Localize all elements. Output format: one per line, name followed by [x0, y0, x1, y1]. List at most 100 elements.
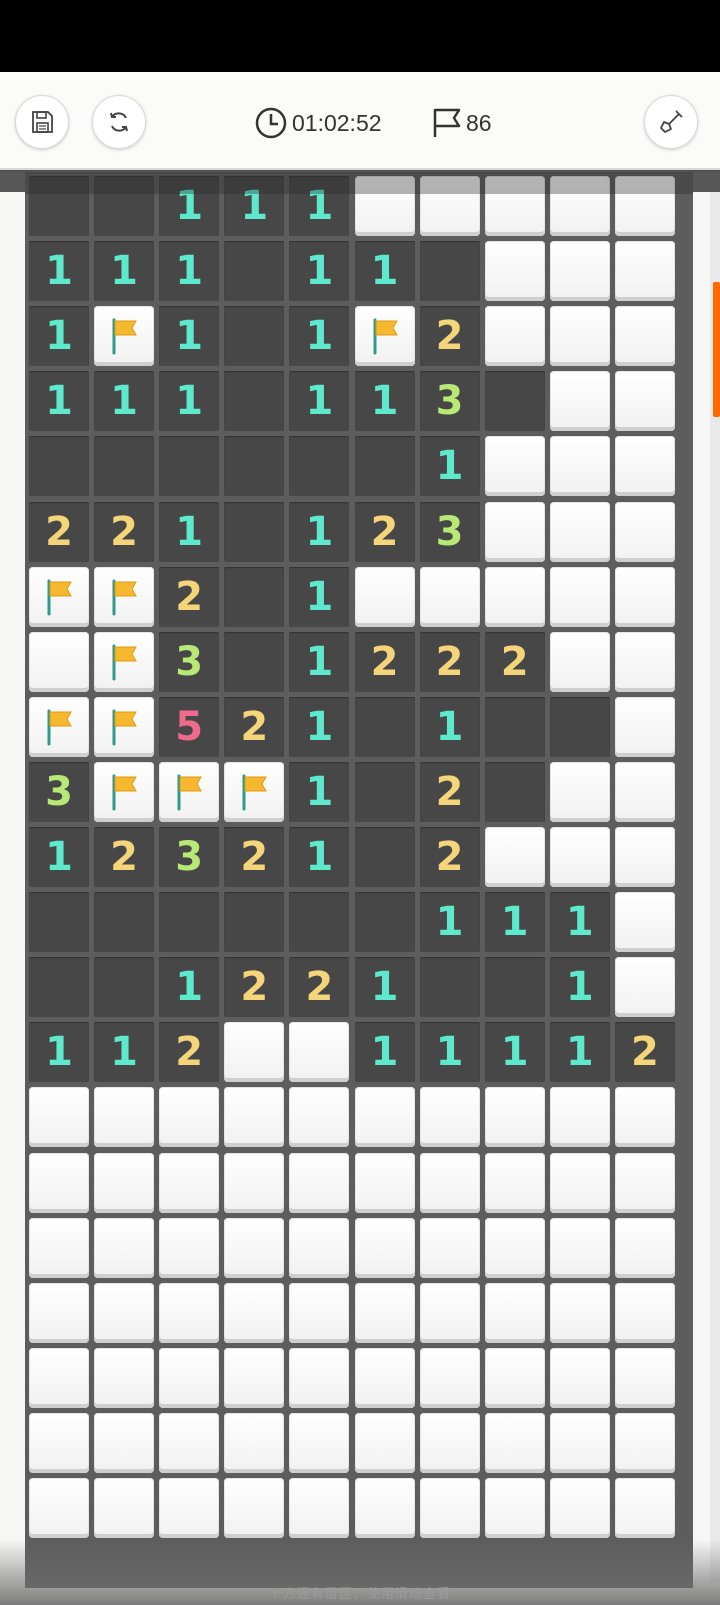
flagged-cell[interactable] — [94, 566, 155, 627]
unopened-cell[interactable] — [94, 1087, 155, 1148]
empty-cell[interactable] — [484, 761, 545, 822]
unopened-cell[interactable] — [419, 1412, 480, 1473]
number-cell[interactable]: 1 — [289, 176, 350, 236]
empty-cell[interactable] — [224, 436, 285, 497]
unopened-cell[interactable] — [549, 436, 610, 497]
unopened-cell[interactable] — [289, 1282, 350, 1343]
unopened-cell[interactable] — [419, 1282, 480, 1343]
unopened-cell[interactable] — [224, 1478, 285, 1538]
unopened-cell[interactable] — [419, 1087, 480, 1148]
unopened-cell[interactable] — [484, 1152, 545, 1213]
empty-cell[interactable] — [354, 892, 415, 953]
number-cell[interactable]: 2 — [354, 631, 415, 692]
unopened-cell[interactable] — [354, 176, 415, 236]
number-cell[interactable]: 2 — [419, 306, 480, 367]
number-cell[interactable]: 2 — [484, 631, 545, 692]
unopened-cell[interactable] — [94, 1217, 155, 1278]
unopened-cell[interactable] — [549, 241, 610, 302]
number-cell[interactable]: 1 — [289, 241, 350, 302]
number-cell[interactable]: 1 — [159, 306, 220, 367]
number-cell[interactable]: 1 — [419, 892, 480, 953]
unopened-cell[interactable] — [549, 761, 610, 822]
unopened-cell[interactable] — [549, 1412, 610, 1473]
number-cell[interactable]: 2 — [354, 501, 415, 562]
empty-cell[interactable] — [159, 436, 220, 497]
number-cell[interactable]: 1 — [159, 957, 220, 1018]
empty-cell[interactable] — [224, 892, 285, 953]
unopened-cell[interactable] — [419, 1478, 480, 1538]
number-cell[interactable]: 1 — [94, 1022, 155, 1083]
number-cell[interactable]: 5 — [159, 696, 220, 757]
unopened-cell[interactable] — [354, 1152, 415, 1213]
unopened-cell[interactable] — [354, 1087, 415, 1148]
number-cell[interactable]: 1 — [289, 827, 350, 887]
number-cell[interactable]: 2 — [94, 827, 155, 887]
unopened-cell[interactable] — [224, 1087, 285, 1148]
unopened-cell[interactable] — [549, 1152, 610, 1213]
empty-cell[interactable] — [29, 957, 89, 1018]
unopened-cell[interactable] — [484, 827, 545, 887]
unopened-cell[interactable] — [614, 306, 675, 367]
unopened-cell[interactable] — [549, 371, 610, 432]
number-cell[interactable]: 3 — [159, 827, 220, 887]
unopened-cell[interactable] — [614, 957, 675, 1018]
empty-cell[interactable] — [29, 176, 89, 236]
number-cell[interactable]: 1 — [289, 306, 350, 367]
unopened-cell[interactable] — [224, 1022, 285, 1083]
number-cell[interactable]: 1 — [419, 436, 480, 497]
number-cell[interactable]: 1 — [419, 1022, 480, 1083]
unopened-cell[interactable] — [29, 1478, 89, 1538]
unopened-cell[interactable] — [614, 631, 675, 692]
unopened-cell[interactable] — [549, 1478, 610, 1538]
unopened-cell[interactable] — [29, 1282, 89, 1343]
number-cell[interactable]: 1 — [29, 1022, 89, 1083]
unopened-cell[interactable] — [484, 176, 545, 236]
empty-cell[interactable] — [29, 892, 89, 953]
unopened-cell[interactable] — [224, 1412, 285, 1473]
unopened-cell[interactable] — [549, 501, 610, 562]
unopened-cell[interactable] — [94, 1347, 155, 1408]
empty-cell[interactable] — [484, 957, 545, 1018]
restart-button[interactable] — [92, 95, 146, 149]
unopened-cell[interactable] — [94, 1412, 155, 1473]
number-cell[interactable]: 2 — [419, 761, 480, 822]
number-cell[interactable]: 2 — [224, 957, 285, 1018]
empty-cell[interactable] — [224, 371, 285, 432]
unopened-cell[interactable] — [159, 1412, 220, 1473]
unopened-cell[interactable] — [159, 1217, 220, 1278]
unopened-cell[interactable] — [354, 1217, 415, 1278]
unopened-cell[interactable] — [29, 1087, 89, 1148]
empty-cell[interactable] — [224, 566, 285, 627]
number-cell[interactable]: 1 — [159, 501, 220, 562]
unopened-cell[interactable] — [484, 306, 545, 367]
empty-cell[interactable] — [419, 241, 480, 302]
number-cell[interactable]: 1 — [484, 1022, 545, 1083]
empty-cell[interactable] — [224, 306, 285, 367]
unopened-cell[interactable] — [614, 1412, 675, 1473]
empty-cell[interactable] — [289, 436, 350, 497]
unopened-cell[interactable] — [354, 566, 415, 627]
unopened-cell[interactable] — [419, 566, 480, 627]
number-cell[interactable]: 1 — [159, 371, 220, 432]
number-cell[interactable]: 2 — [159, 1022, 220, 1083]
unopened-cell[interactable] — [614, 1347, 675, 1408]
empty-cell[interactable] — [224, 631, 285, 692]
number-cell[interactable]: 3 — [419, 371, 480, 432]
number-cell[interactable]: 1 — [289, 696, 350, 757]
empty-cell[interactable] — [419, 957, 480, 1018]
flagged-cell[interactable] — [224, 761, 285, 822]
unopened-cell[interactable] — [419, 1217, 480, 1278]
unopened-cell[interactable] — [614, 501, 675, 562]
unopened-cell[interactable] — [549, 1087, 610, 1148]
unopened-cell[interactable] — [354, 1347, 415, 1408]
unopened-cell[interactable] — [289, 1412, 350, 1473]
unopened-cell[interactable] — [549, 1282, 610, 1343]
unopened-cell[interactable] — [614, 892, 675, 953]
number-cell[interactable]: 1 — [289, 761, 350, 822]
unopened-cell[interactable] — [419, 176, 480, 236]
flagged-cell[interactable] — [159, 761, 220, 822]
empty-cell[interactable] — [289, 892, 350, 953]
unopened-cell[interactable] — [614, 1152, 675, 1213]
unopened-cell[interactable] — [224, 1347, 285, 1408]
unopened-cell[interactable] — [549, 827, 610, 887]
